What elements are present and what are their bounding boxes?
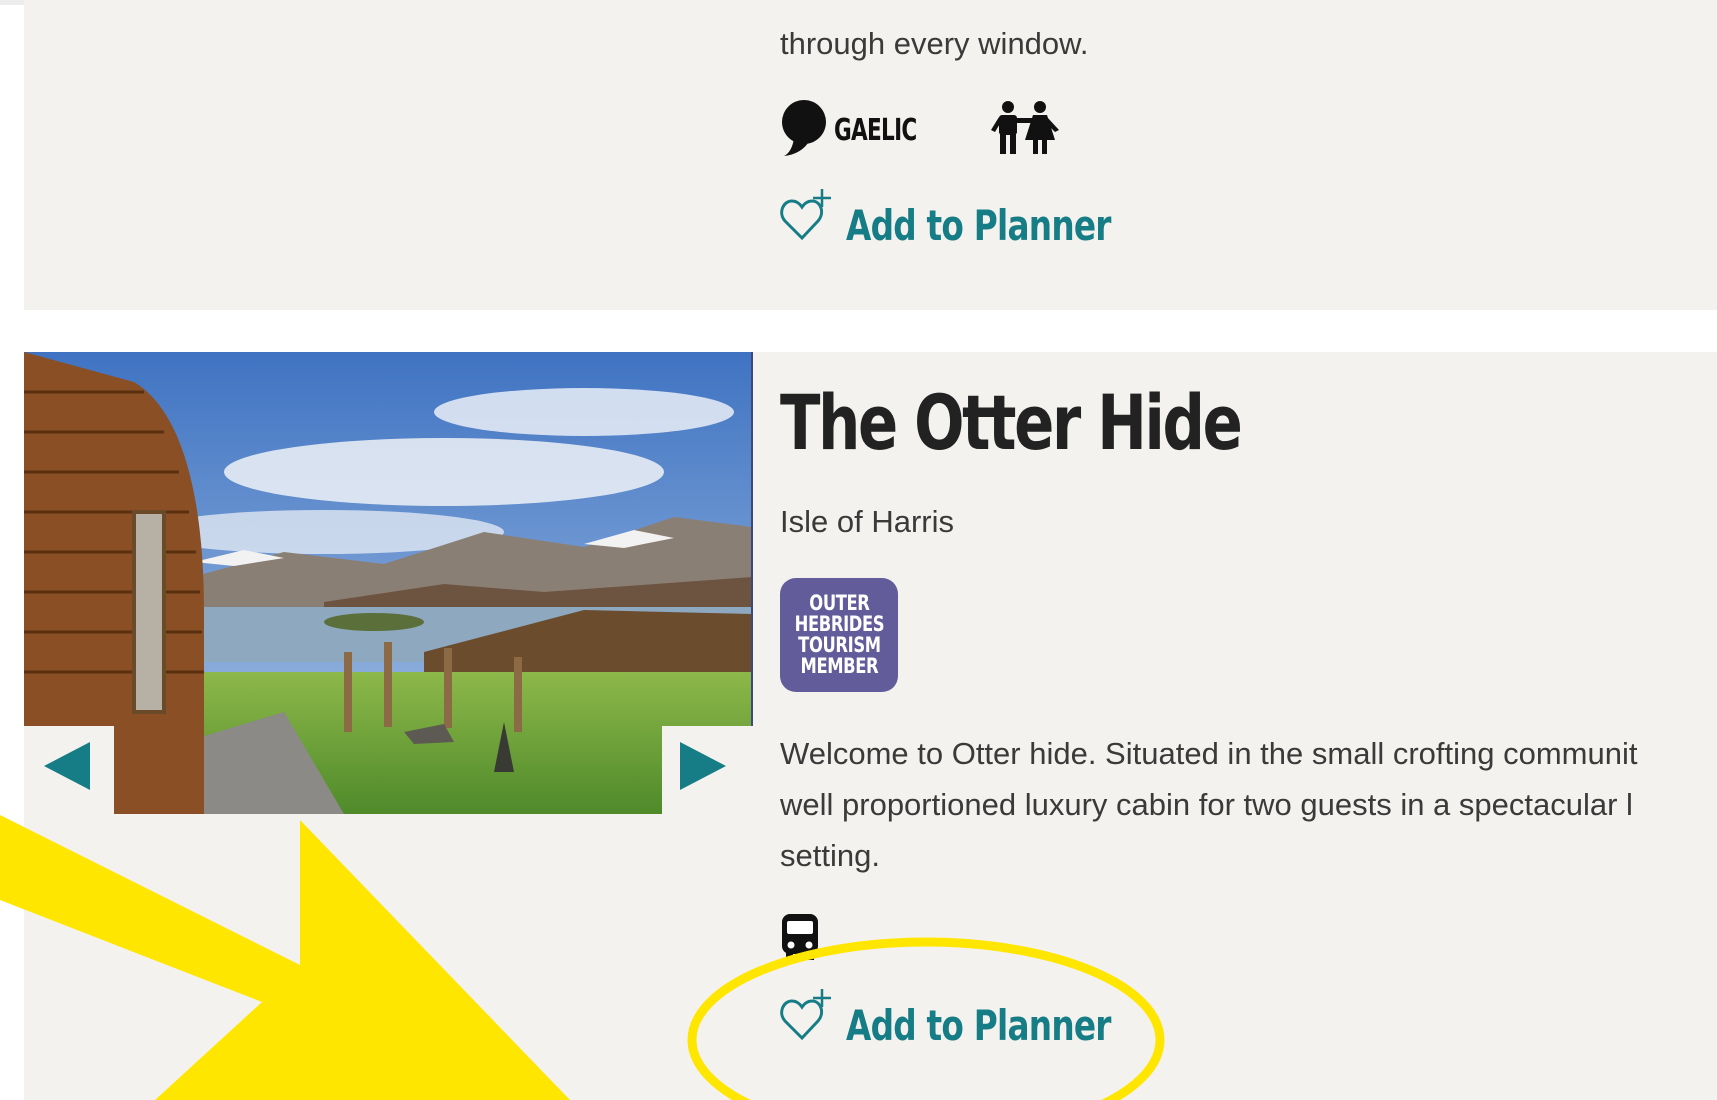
listing-description: through every window. [780, 26, 1089, 61]
bus-icon [780, 912, 820, 967]
badge-text: OUTER HEBRIDES TOURISM MEMBER [794, 591, 884, 678]
family-children-icon [989, 100, 1061, 161]
listing-title[interactable]: The Otter Hide [780, 378, 1243, 467]
tourism-member-badge: OUTER HEBRIDES TOURISM MEMBER [780, 578, 898, 692]
feature-icons [780, 912, 820, 967]
heart-plus-icon [780, 188, 832, 247]
listing-photo-carousel[interactable] [24, 352, 752, 814]
carousel-prev-button[interactable] [42, 742, 92, 795]
description-line: Welcome to Otter hide. Situated in the s… [780, 736, 1638, 771]
triangle-right-icon [678, 742, 728, 794]
listing-photo [24, 352, 752, 814]
heart-plus-icon [780, 988, 832, 1047]
gaelic-feature: GAELIC [780, 98, 949, 163]
add-to-planner-label: Add to Planner [846, 201, 1111, 250]
speech-bubble-icon [780, 98, 828, 163]
add-to-planner-button[interactable]: Add to Planner [780, 188, 1185, 247]
triangle-left-icon [42, 742, 92, 794]
carousel-next-button[interactable] [678, 742, 728, 795]
description-line: setting. [780, 838, 880, 873]
listing-location: Isle of Harris [780, 504, 954, 539]
photo-edge [751, 352, 753, 726]
description-line: well proportioned luxury cabin for two g… [780, 787, 1633, 822]
listing-card: through every window. GAELIC Add to Plan… [24, 0, 1717, 310]
gaelic-label: GAELIC [834, 113, 917, 148]
add-to-planner-label: Add to Planner [846, 1001, 1111, 1050]
feature-icons: GAELIC [780, 98, 1061, 163]
listing-card: The Otter Hide Isle of Harris OUTER HEBR… [24, 352, 1717, 1100]
add-to-planner-button[interactable]: Add to Planner [780, 988, 1185, 1047]
